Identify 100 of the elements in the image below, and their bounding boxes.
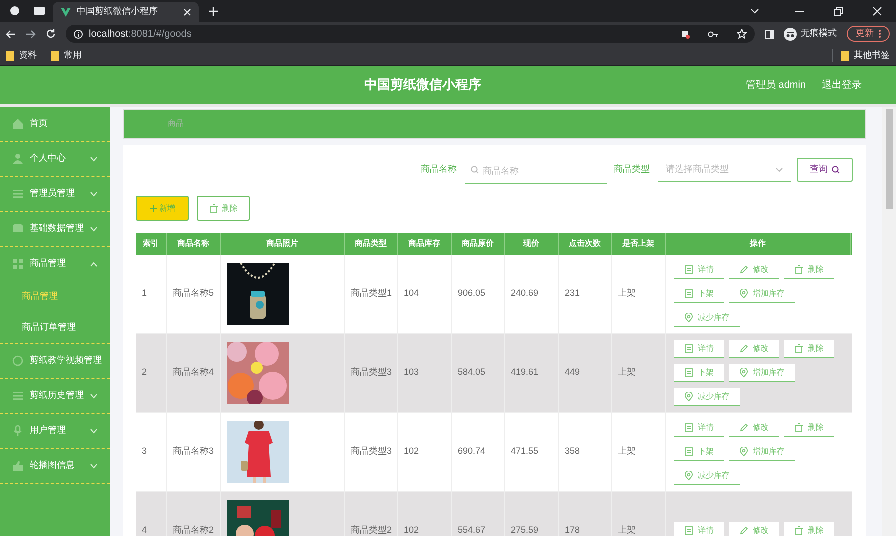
browser-tab[interactable]: 中国剪纸微信小程序 [53,2,199,22]
close-icon[interactable] [184,8,191,16]
trash-icon [794,264,804,274]
sidebar-subitem[interactable]: 商品管理 [0,281,110,312]
table-cell: 906.05 [452,255,505,333]
folder-icon [841,50,849,60]
pencil-icon [739,344,749,354]
table-cell: 上架 [612,334,666,412]
document-icon [684,526,694,536]
action-button[interactable]: 详情 [674,522,724,536]
scrollbar-thumb[interactable] [886,109,892,209]
folder-icon [6,50,14,60]
plus-icon [150,205,156,212]
grid-icon [12,258,24,270]
delete-button[interactable]: 删除 [197,196,250,221]
table-cell: 上架 [612,413,666,491]
action-button[interactable]: 删除 [784,340,834,358]
breadcrumb-item[interactable]: 商品 [168,118,184,130]
restore-icon[interactable] [834,7,843,16]
chevron-down-icon[interactable] [751,9,759,14]
table-cell: 商品名称2 [167,492,221,536]
table-cell: 商品类型3 [345,413,398,491]
sidebar-item[interactable]: 剪纸教学视频管理 [0,344,110,378]
sidebar-icon[interactable] [765,30,774,38]
bookmark-folder[interactable]: 资料 [6,48,37,62]
app-title: 中国剪纸微信小程序 [364,76,482,94]
pencil-icon [739,422,749,432]
table-cell: 商品类型3 [345,334,398,412]
table-cell: 240.69 [505,255,559,333]
update-button[interactable]: 更新 [847,26,890,42]
sidebar-item[interactable]: 个人中心 [0,142,110,176]
document-icon [684,288,694,298]
close-icon[interactable] [873,7,882,16]
action-button[interactable]: 修改 [729,340,779,358]
folder-icon [51,50,59,60]
location-pin-icon [684,470,694,480]
action-button[interactable]: 删除 [784,522,834,536]
sidebar-item[interactable]: 剪纸历史管理 [0,379,110,413]
sidebar-subitem[interactable]: 商品订单管理 [0,312,110,343]
sidebar-item[interactable]: 轮播图信息 [0,449,110,483]
chevron-down-icon [90,464,98,468]
location-pin-icon [684,312,694,322]
window-icon [34,7,45,15]
bookmark-folder[interactable]: 常用 [51,48,82,62]
database-icon [12,223,24,235]
table-cell: 584.05 [452,334,505,412]
add-button[interactable]: 新增 [136,196,189,221]
forward-icon[interactable] [26,30,36,38]
table-cell: 690.74 [452,413,505,491]
sidebar-item[interactable]: 用户管理 [0,414,110,448]
url-host: localhost [89,28,128,40]
tab-title: 中国剪纸微信小程序 [77,5,159,18]
table-cell: 102 [398,492,452,536]
sidebar-item[interactable]: 首页 [0,107,110,141]
v-logo-icon [61,8,71,16]
table-cell: 104 [398,255,452,333]
chevron-down-icon [90,156,98,162]
home-icon [12,118,24,130]
table-cell: 4 [136,492,167,536]
bookmark-folder[interactable]: 其他书签 [832,48,890,62]
sidebar-item[interactable]: 管理员管理 [0,177,110,211]
type-select[interactable]: 请选择商品类型 [658,158,791,182]
action-button[interactable]: 减少库存 [674,388,740,406]
table-cell: 554.67 [452,492,505,536]
table-cell: 2 [136,334,167,412]
admin-user: 管理员 admin [746,78,806,92]
back-icon[interactable] [6,30,16,38]
table-cell: 103 [398,334,452,412]
microphone-icon [12,425,24,437]
location-pin-icon [739,446,749,456]
action-button[interactable]: 下架 [674,364,724,382]
action-button[interactable]: 增加库存 [729,364,795,382]
action-button[interactable]: 修改 [729,522,779,536]
sidebar-item[interactable]: 基础数据管理 [0,212,110,246]
new-tab-icon[interactable] [209,7,218,16]
blocked-icon[interactable] [681,30,690,38]
incognito-icon[interactable] [784,28,797,40]
table-cell: 178 [559,492,612,536]
table-cell: 商品类型2 [345,492,398,536]
table-cell: 471.55 [505,413,559,491]
logout-link[interactable]: 退出登录 [822,78,862,92]
table-cell: 449 [559,334,612,412]
key-icon[interactable] [708,30,719,38]
chevron-up-icon [90,262,98,266]
table-cell: 商品名称3 [167,413,221,491]
address-field[interactable]: localhost:8081/#/goods [66,25,755,43]
chevron-down-icon [90,226,98,232]
thumbs-up-icon [12,460,24,472]
action-button[interactable]: 详情 [674,340,724,358]
star-icon[interactable] [737,29,747,39]
sidebar-item[interactable]: 商品管理 [0,247,110,281]
location-pin-icon [684,392,694,402]
table-cell: 商品名称5 [167,255,221,333]
table-cell: 231 [559,255,612,333]
info-icon[interactable] [74,30,83,38]
name-search-field[interactable]: 商品名称 [465,160,607,184]
table-cell: 商品名称4 [167,334,221,412]
reload-icon[interactable] [46,29,56,39]
query-button[interactable]: 查询 [797,158,853,182]
url-path: :8081/#/goods [128,28,192,40]
